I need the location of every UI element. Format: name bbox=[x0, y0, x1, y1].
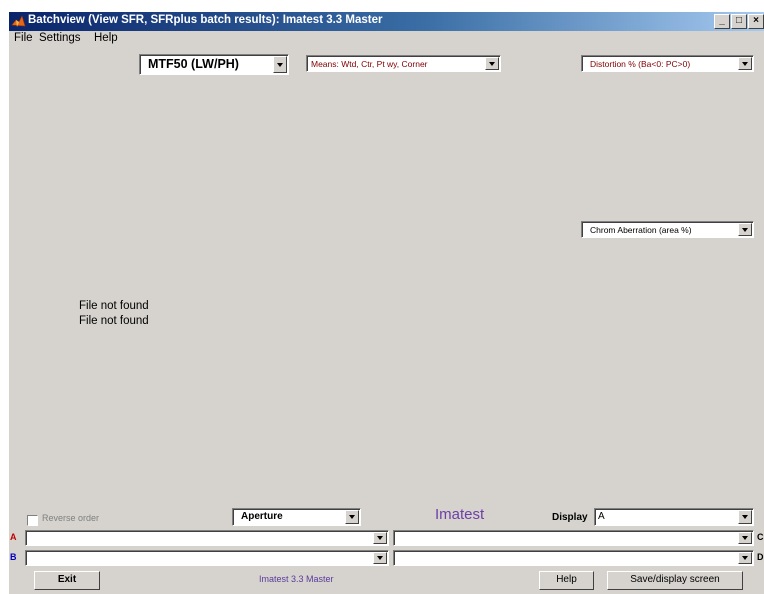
row-b-right-select[interactable] bbox=[393, 550, 754, 566]
row-a-right-select[interactable] bbox=[393, 530, 754, 546]
matlab-icon bbox=[11, 15, 26, 27]
dropdown-arrow-icon[interactable] bbox=[738, 223, 752, 236]
title-bar[interactable]: Batchview (View SFR, SFRplus batch resul… bbox=[9, 12, 764, 31]
display-select[interactable]: A bbox=[594, 508, 754, 526]
reverse-order-label: Reverse order bbox=[42, 513, 100, 523]
status-file-not-found-2: File not found bbox=[79, 315, 149, 327]
app-window: Batchview (View SFR, SFRplus batch resul… bbox=[9, 12, 764, 594]
window-controls: _ □ × bbox=[713, 14, 764, 29]
row-b-left-select[interactable] bbox=[25, 550, 389, 566]
dropdown-arrow-icon[interactable] bbox=[373, 552, 387, 564]
close-icon[interactable]: × bbox=[748, 14, 764, 29]
aperture-select[interactable]: Aperture bbox=[232, 508, 361, 526]
row-a-left-select[interactable] bbox=[25, 530, 389, 546]
reverse-order-checkbox[interactable] bbox=[27, 515, 38, 526]
distortion-select-value: Distortion % (Ba<0: PC>0) bbox=[590, 59, 691, 69]
dropdown-arrow-icon[interactable] bbox=[485, 57, 499, 70]
save-display-screen-button[interactable]: Save/display screen bbox=[607, 571, 743, 590]
menu-file[interactable]: File bbox=[14, 32, 33, 44]
imatest-brand: Imatest bbox=[435, 506, 485, 523]
status-file-not-found-1: File not found bbox=[79, 300, 149, 312]
display-label: Display bbox=[552, 512, 588, 523]
maximize-icon[interactable]: □ bbox=[731, 14, 747, 29]
dropdown-arrow-icon[interactable] bbox=[373, 532, 387, 544]
window-title: Batchview (View SFR, SFRplus batch resul… bbox=[28, 14, 383, 26]
display-select-value: A bbox=[598, 511, 605, 522]
menu-settings[interactable]: Settings bbox=[39, 32, 81, 44]
dropdown-arrow-icon[interactable] bbox=[738, 532, 752, 544]
row-label-c: C bbox=[757, 532, 764, 542]
dropdown-arrow-icon[interactable] bbox=[738, 57, 752, 70]
version-label: Imatest 3.3 Master bbox=[259, 574, 334, 584]
row-label-b: B bbox=[10, 552, 17, 562]
row-label-a: A bbox=[10, 532, 17, 542]
dropdown-arrow-icon[interactable] bbox=[738, 552, 752, 564]
exit-button[interactable]: Exit bbox=[34, 571, 100, 590]
chrom-aberration-select[interactable]: Chrom Aberration (area %) bbox=[581, 221, 754, 238]
means-select-value: Means: Wtd, Ctr, Pt wy, Corner bbox=[311, 59, 428, 69]
minimize-icon[interactable]: _ bbox=[714, 14, 730, 29]
dropdown-arrow-icon[interactable] bbox=[273, 56, 287, 73]
menu-help[interactable]: Help bbox=[94, 32, 118, 44]
dropdown-arrow-icon[interactable] bbox=[345, 510, 359, 524]
aperture-select-value: Aperture bbox=[241, 511, 283, 522]
mtf-select-value: MTF50 (LW/PH) bbox=[148, 57, 239, 71]
chrom-select-value: Chrom Aberration (area %) bbox=[590, 225, 692, 235]
means-select[interactable]: Means: Wtd, Ctr, Pt wy, Corner bbox=[306, 55, 501, 72]
dropdown-arrow-icon[interactable] bbox=[738, 510, 752, 524]
mtf-select[interactable]: MTF50 (LW/PH) bbox=[139, 54, 289, 75]
row-label-d: D bbox=[757, 552, 764, 562]
help-button[interactable]: Help bbox=[539, 571, 594, 590]
distortion-select[interactable]: Distortion % (Ba<0: PC>0) bbox=[581, 55, 754, 72]
